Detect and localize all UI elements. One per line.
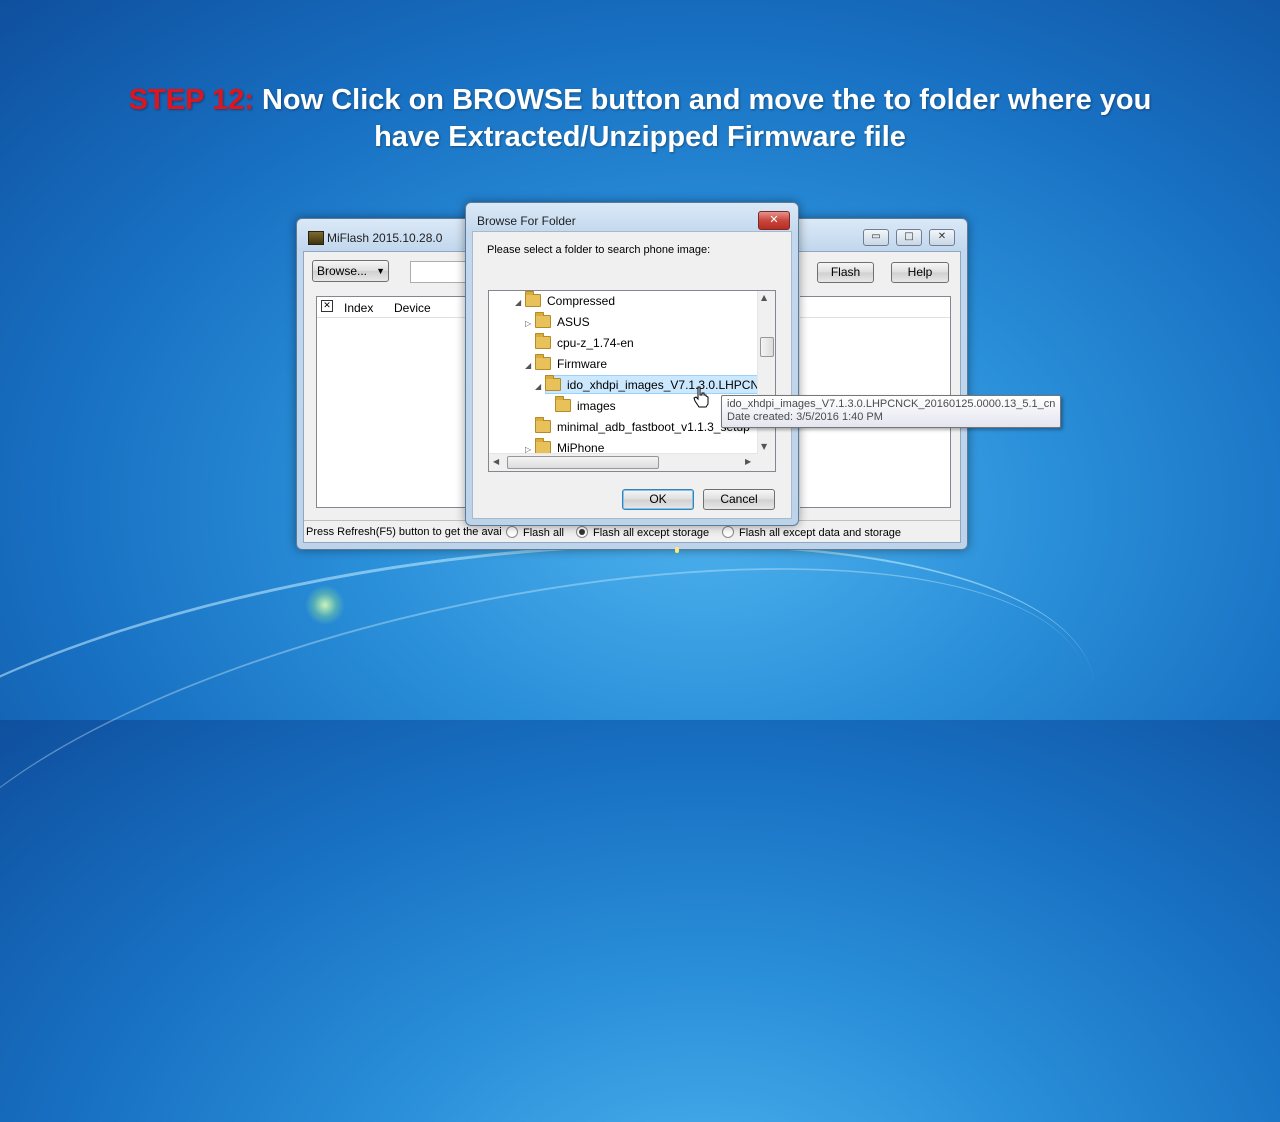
tooltip-folder-name: ido_xhdpi_images_V7.1.3.0.LHPCNCK_201601…	[727, 398, 1056, 410]
tree-item-firmware[interactable]: ◢ Firmware	[525, 354, 607, 371]
miflash-app-icon	[308, 231, 324, 245]
folder-icon	[535, 354, 551, 370]
radio-flash-except-data-storage[interactable]: Flash all except data and storage	[722, 526, 901, 539]
hand-cursor-icon	[693, 386, 709, 408]
vertical-scrollbar[interactable]: ▲ ▼	[757, 291, 775, 454]
tooltip-date-created: Date created: 3/5/2016 1:40 PM	[727, 411, 883, 423]
tree-item-label: cpu-z_1.74-en	[557, 336, 634, 350]
tree-item-asus[interactable]: ▷ ASUS	[525, 312, 590, 329]
scroll-left-icon[interactable]: ◀	[493, 457, 499, 466]
scroll-up-icon[interactable]: ▲	[761, 293, 767, 302]
miflash-title: MiFlash 2015.10.28.0	[327, 231, 443, 245]
device-list[interactable]: ✕ Index Device	[316, 296, 478, 508]
close-button[interactable]: ✕	[929, 229, 955, 246]
ok-button[interactable]: OK	[622, 489, 694, 510]
radio-label: Flash all except data and storage	[739, 527, 902, 539]
expanded-arrow-icon: ◢	[525, 361, 532, 370]
instruction-headline: STEP 12: Now Click on BROWSE button and …	[0, 82, 1280, 156]
radio-icon	[722, 526, 734, 538]
scroll-right-icon[interactable]: ▶	[745, 457, 751, 466]
radio-label: Flash all except storage	[593, 527, 710, 539]
folder-icon	[545, 375, 561, 391]
radio-icon	[506, 526, 518, 538]
column-index: Index	[344, 301, 374, 315]
instruction-line-2: have Extracted/Unzipped Firmware file	[374, 121, 906, 153]
instruction-line-1: Now Click on BROWSE button and move the …	[261, 84, 1152, 116]
radio-flash-except-storage[interactable]: Flash all except storage	[576, 526, 709, 539]
folder-icon	[535, 312, 551, 328]
browse-folder-dialog: Browse For Folder ✕ Please select a fold…	[465, 202, 799, 526]
tree-item-label: Firmware	[557, 357, 607, 371]
horizontal-scrollbar[interactable]: ◀ ▶	[489, 453, 758, 471]
column-device: Device	[394, 301, 431, 315]
status-text: Press Refresh(F5) button to get the avai	[306, 526, 502, 538]
flash-button[interactable]: Flash	[817, 262, 874, 283]
browse-button[interactable]: Browse... ▼	[312, 260, 389, 282]
folder-icon	[535, 333, 551, 349]
radio-label: Flash all	[523, 527, 564, 539]
tree-item-cpu-z[interactable]: cpu-z_1.74-en	[525, 333, 634, 350]
cancel-button[interactable]: Cancel	[703, 489, 775, 510]
expanded-arrow-icon: ◢	[515, 298, 522, 307]
close-icon: ✕	[769, 213, 779, 226]
minimize-button[interactable]: ▭	[863, 229, 889, 246]
select-all-checkbox[interactable]: ✕	[321, 300, 333, 312]
tree-item-label: ASUS	[557, 315, 590, 329]
device-list-right-header	[800, 297, 950, 318]
maximize-icon: □	[904, 231, 914, 242]
vertical-scroll-thumb[interactable]	[760, 337, 774, 357]
folder-tooltip: ido_xhdpi_images_V7.1.3.0.LHPCNCK_201601…	[721, 395, 1061, 428]
tree-item-images[interactable]: images	[545, 396, 616, 413]
maximize-button[interactable]: □	[896, 229, 922, 246]
close-icon: ✕	[937, 231, 947, 242]
device-list-header: ✕ Index Device	[317, 297, 477, 318]
scroll-corner	[758, 454, 775, 471]
tree-item-compressed[interactable]: ◢ Compressed	[515, 291, 616, 308]
folder-icon	[525, 291, 541, 307]
step-number: STEP 12:	[128, 84, 254, 116]
scroll-down-icon[interactable]: ▼	[761, 442, 767, 451]
help-button[interactable]: Help	[891, 262, 949, 283]
dialog-prompt: Please select a folder to search phone i…	[487, 244, 711, 256]
radio-flash-all[interactable]: Flash all	[506, 526, 564, 539]
collapsed-arrow-icon: ▷	[525, 319, 532, 328]
expanded-arrow-icon: ◢	[535, 382, 542, 391]
radio-selected-icon	[576, 526, 588, 538]
minimize-icon: ▭	[871, 231, 881, 242]
desktop-flare	[305, 585, 345, 625]
path-input[interactable]	[410, 261, 472, 283]
folder-icon	[535, 417, 551, 433]
dialog-title: Browse For Folder	[477, 214, 576, 228]
folder-icon	[555, 396, 571, 412]
browse-label: Browse...	[317, 264, 368, 278]
tree-item-ido-xhdpi-images[interactable]: ◢ ido_xhdpi_images_V7.1.3.0.LHPCNC	[535, 375, 768, 392]
dropdown-arrow-icon: ▼	[376, 266, 385, 276]
horizontal-scroll-thumb[interactable]	[507, 456, 659, 469]
tree-item-label: ido_xhdpi_images_V7.1.3.0.LHPCNC	[567, 378, 768, 392]
tree-item-label: images	[577, 399, 616, 413]
dialog-close-button[interactable]: ✕	[758, 211, 790, 230]
tree-item-label: Compressed	[547, 294, 616, 308]
busy-indicator	[675, 547, 679, 553]
folder-tree[interactable]: ◢ Compressed ▷ ASUS cpu-z_1.74-en ◢ Firmwar…	[488, 290, 776, 472]
dialog-client: Please select a folder to search phone i…	[472, 231, 792, 519]
tree-item-minimal-adb[interactable]: minimal_adb_fastboot_v1.1.3_setup	[525, 417, 750, 434]
